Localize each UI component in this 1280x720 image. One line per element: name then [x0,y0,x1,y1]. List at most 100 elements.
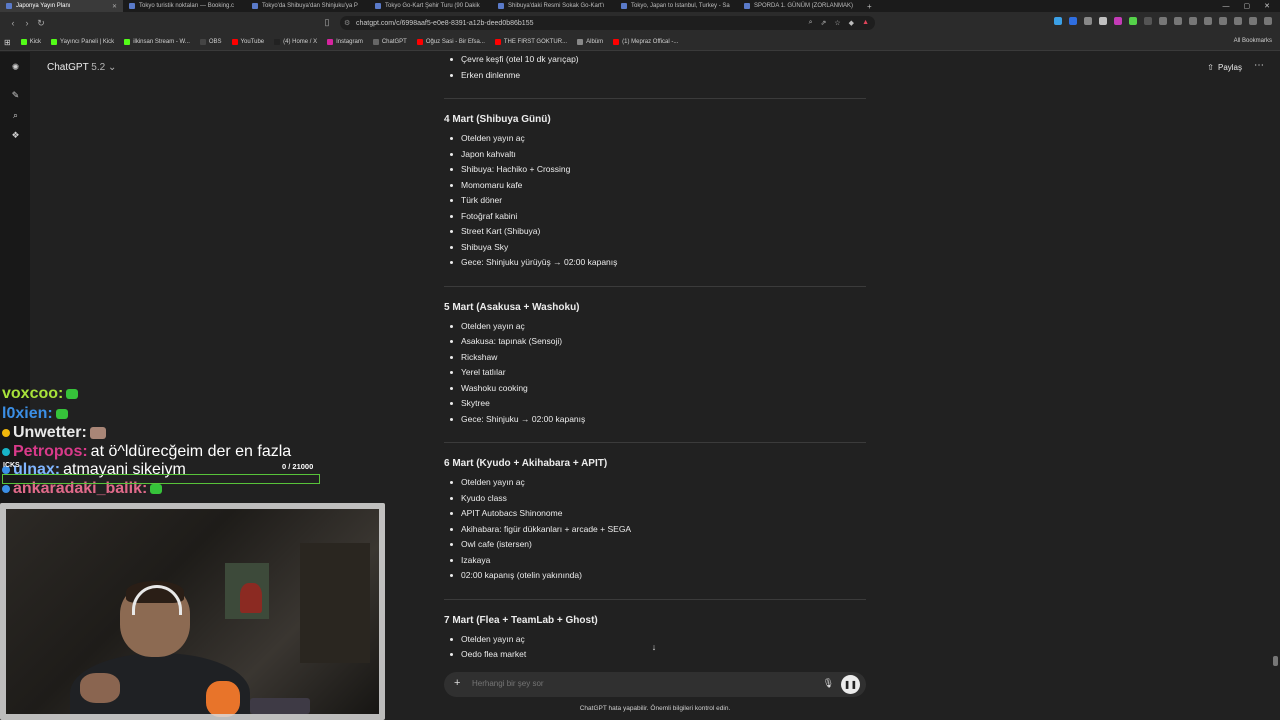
extension-icon[interactable] [1204,17,1212,25]
extension-icon[interactable] [1249,17,1257,25]
extension-icon[interactable] [1234,17,1242,25]
close-tab-icon[interactable]: ✕ [112,3,117,10]
bookmark-item[interactable]: ilkinsan Stream - W... [124,39,190,45]
browser-tab[interactable]: Shibuya'daki Resmi Sokak Go-Kart'ı [492,0,615,12]
apps-grid-icon[interactable]: ⊞ [4,38,11,47]
brave-shield-icon[interactable]: ◆ [849,19,854,27]
section-divider [444,598,866,600]
bookmark-page-icon[interactable]: ▯ [320,17,334,28]
bookmark-item[interactable]: YouTube [231,39,264,45]
chat-username: Unwetter: [13,424,87,441]
bookmark-label: Oğuz Sasi - Bir Efsa... [425,39,485,45]
bookmark-item[interactable]: (1) Mepraz Offical -... [613,39,678,45]
bookmark-label: (4) Home / X [283,39,318,45]
model-selector[interactable]: ChatGPT 5.2 ⌄ [47,62,116,73]
extension-icon[interactable] [1264,17,1272,25]
maximize-icon[interactable]: ▢ [1244,2,1251,10]
openai-logo-icon[interactable]: ✺ [10,62,21,73]
browser-tab[interactable]: Tokyo Go-Kart Şehir Turu (90 Dakik [369,0,492,12]
emote-icon [66,389,79,399]
extension-icon[interactable] [1099,17,1107,25]
extension-icon[interactable] [1189,17,1197,25]
extension-icon[interactable] [1114,17,1122,25]
chat-input-box [2,474,320,484]
bookmark-item[interactable]: Albüm [577,39,603,45]
extension-icon[interactable] [1129,17,1137,25]
chat-message: voxcoo: [2,386,79,402]
voice-mode-button[interactable]: ❚❚ [841,675,860,694]
chat-message: Petropos: at ö^ldürecğeim der en fazla [2,444,291,460]
day-heading: 5 Mart (Asakusa + Washoku) [444,301,580,313]
bookmark-item[interactable]: Kick [20,39,42,45]
back-icon[interactable]: ‹ [6,18,20,28]
all-bookmarks-button[interactable]: All Bookmarks [1234,38,1272,44]
bookmark-item[interactable]: Oğuz Sasi - Bir Efsa... [416,39,485,45]
zoom-icon[interactable]: ⌕ [809,19,813,27]
bookmark-label: ilkinsan Stream - W... [133,39,190,45]
list-item: Otelden yayın aç [444,475,866,491]
bookmark-icon [494,39,501,45]
chat-text: at ö^ldürecğeim der en fazla [90,443,292,460]
close-window-icon[interactable]: ✕ [1264,2,1270,10]
browser-tab[interactable]: Tokyo, Japan to Istanbul, Turkey - Sa [615,0,738,12]
browser-tab[interactable]: SPORDA 1. GÜNÜM (ZORLANMAK) [738,0,861,12]
extension-icon[interactable] [1069,17,1077,25]
extension-icon[interactable] [1219,17,1227,25]
microphone-icon[interactable]: 🎙︎ [823,678,834,689]
search-icon[interactable]: ⌕ [10,110,21,121]
bookmark-item[interactable]: Yayıncı Paneli | Kick [51,39,114,45]
bookmark-label: Kick [29,39,42,45]
extension-icon[interactable] [1084,17,1092,25]
bookmark-label: ChatGPT [381,39,407,45]
more-options-icon[interactable]: ⋯ [1254,60,1264,71]
extension-icon[interactable] [1174,17,1182,25]
extension-icon[interactable] [1054,17,1062,25]
tab-label: Tokyo turistik noktaları — Booking.c [139,3,235,9]
browser-tab[interactable]: Tokyo turistik noktaları — Booking.c [123,0,246,12]
list-item: Otelden yayın aç [444,131,866,147]
rewards-icon[interactable]: ▲ [862,19,869,27]
bookmark-item[interactable]: THE FIRST GOKTUR... [494,39,567,45]
library-icon[interactable]: ❖ [10,130,21,141]
new-chat-icon[interactable]: ✎ [10,90,21,101]
browser-tab[interactable]: Japonya Yayın Planı ✕ [0,0,123,12]
forward-icon[interactable]: › [20,18,34,28]
share-page-icon[interactable]: ⇗ [821,19,827,27]
tab-label: Shibuya'daki Resmi Sokak Go-Kart'ı [508,3,605,9]
site-info-icon[interactable]: ⚙ [344,19,350,27]
tab-label: Japonya Yayın Planı [16,3,71,9]
bookmark-item[interactable]: Instagram [327,39,363,45]
section-divider [444,285,866,287]
list-item: Skytree [444,396,866,412]
minimize-icon[interactable]: — [1223,3,1230,10]
bookmark-item[interactable]: ChatGPT [372,39,407,45]
extension-icon[interactable] [1159,17,1167,25]
star-icon[interactable]: ☆ [834,19,840,27]
bookmark-item[interactable]: (4) Home / X [274,39,317,45]
day-item-list: Otelden yayın aç Asakusa: tapınak (Sensoj… [444,319,866,428]
bookmark-item[interactable]: OBS [199,39,222,45]
favicon-icon [252,3,258,9]
disclaimer: ChatGPT hata yapabilir. Önemli bilgileri… [579,705,731,712]
tab-label: SPORDA 1. GÜNÜM (ZORLANMAK) [754,3,854,9]
scroll-down-button[interactable]: ↓ [646,639,662,655]
reload-icon[interactable]: ↻ [34,18,48,29]
emote-icon [55,409,68,419]
url-field[interactable]: ⚙ chatgpt.com/c/6998aaf5-e0e8-8391-a12b-… [340,16,875,30]
list-item: Japon kahvaltı [444,147,866,163]
favicon-icon [744,3,750,9]
list-item: Shibuya Sky [444,240,866,256]
list-item: Owl cafe (istersen) [444,537,866,553]
share-button[interactable]: ⇧ Paylaş [1207,63,1242,72]
chat-message: l0xien: [2,406,68,422]
prompt-input[interactable] [472,679,812,688]
bookmark-icon [327,39,334,45]
new-tab-icon[interactable]: + [861,2,878,11]
scrollbar-thumb[interactable] [1273,656,1278,666]
browser-tab[interactable]: Tokyo'da Shibuya'dan Shinjuku'ya P [246,0,369,12]
url-text: chatgpt.com/c/6998aaf5-e0e8-8391-a12b-de… [356,19,534,27]
bookmark-label: Instagram [336,39,363,45]
tab-label: Tokyo'da Shibuya'dan Shinjuku'ya P [262,3,358,9]
add-attachment-icon[interactable]: + [454,677,460,689]
extension-icon[interactable] [1144,17,1152,25]
